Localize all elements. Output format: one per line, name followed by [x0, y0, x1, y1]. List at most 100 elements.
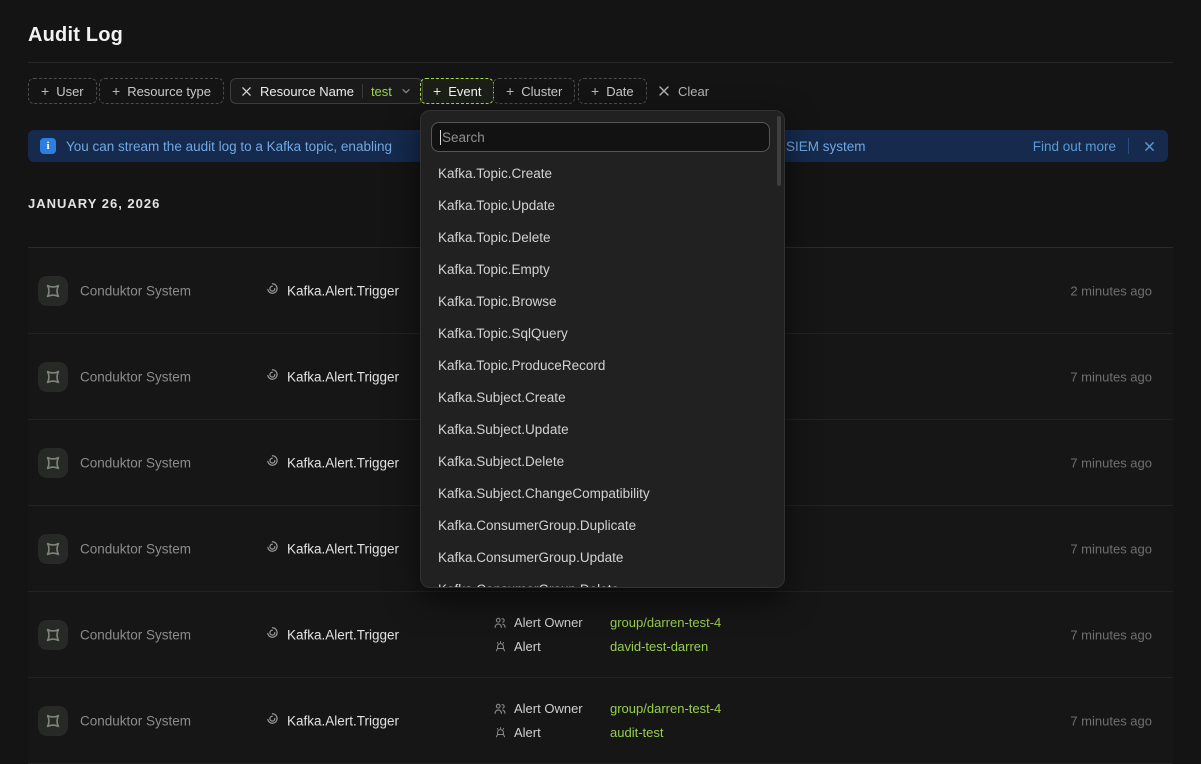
event-details: Alert Ownergroup/darren-test-4Alertdavid…	[493, 611, 721, 659]
audit-log-row[interactable]: Conduktor System Kafka.Alert.Trigger Ale…	[28, 678, 1173, 764]
plus-icon: +	[506, 84, 514, 98]
conduktor-system-icon	[38, 448, 68, 478]
filter-cluster-button[interactable]: + Cluster	[493, 78, 575, 104]
title-divider	[28, 62, 1173, 63]
event-option[interactable]: Kafka.ConsumerGroup.Delete	[421, 573, 784, 588]
actor-name: Conduktor System	[80, 283, 191, 298]
event-option[interactable]: Kafka.ConsumerGroup.Duplicate	[421, 509, 784, 541]
timestamp: 7 minutes ago	[1070, 541, 1152, 556]
filter-date-button[interactable]: + Date	[578, 78, 647, 104]
event-option[interactable]: Kafka.ConsumerGroup.Update	[421, 541, 784, 573]
event-option[interactable]: Kafka.Subject.Update	[421, 413, 784, 445]
detail-line: Alertaudit-test	[493, 721, 721, 745]
banner-text-continued: SIEM system	[786, 139, 866, 154]
filter-resource-type-button[interactable]: + Resource type	[99, 78, 224, 104]
timestamp: 2 minutes ago	[1070, 283, 1152, 298]
actor-name: Conduktor System	[80, 369, 191, 384]
detail-line: Alertdavid-test-darren	[493, 635, 721, 659]
filter-user-label: User	[56, 84, 83, 99]
clear-icon	[658, 85, 670, 97]
actor-name: Conduktor System	[80, 455, 191, 470]
filter-cluster-label: Cluster	[521, 84, 562, 99]
plus-icon: +	[112, 84, 120, 98]
detail-label: Alert Owner	[514, 701, 610, 716]
filter-resource-name-value: test	[371, 84, 392, 99]
event-option[interactable]: Kafka.Topic.SqlQuery	[421, 317, 784, 349]
text-caret	[440, 130, 441, 145]
log-date-header: JANUARY 26, 2026	[28, 196, 160, 211]
event-trigger-icon	[265, 711, 279, 730]
event-name: Kafka.Alert.Trigger	[287, 713, 399, 728]
search-input[interactable]	[432, 123, 769, 151]
divider	[362, 84, 363, 98]
remove-filter-icon[interactable]	[241, 86, 252, 97]
timestamp: 7 minutes ago	[1070, 713, 1152, 728]
divider	[1128, 138, 1129, 154]
users-icon	[493, 616, 507, 630]
event-name: Kafka.Alert.Trigger	[287, 627, 399, 642]
banner-close-icon[interactable]	[1141, 138, 1158, 155]
actor-name: Conduktor System	[80, 627, 191, 642]
page-title: Audit Log	[28, 24, 123, 47]
filter-resource-name-chip[interactable]: Resource Name test	[230, 78, 423, 104]
plus-icon: +	[591, 84, 599, 98]
filter-user-button[interactable]: + User	[28, 78, 97, 104]
event-option[interactable]: Kafka.Topic.ProduceRecord	[421, 349, 784, 381]
detail-value-link[interactable]: david-test-darren	[610, 639, 708, 654]
detail-value-link[interactable]: group/darren-test-4	[610, 615, 721, 630]
conduktor-system-icon	[38, 706, 68, 736]
clear-filters-button[interactable]: Clear	[652, 78, 715, 104]
dropdown-search[interactable]	[431, 122, 770, 152]
timestamp: 7 minutes ago	[1070, 455, 1152, 470]
actor-name: Conduktor System	[80, 541, 191, 556]
event-option[interactable]: Kafka.Subject.Create	[421, 381, 784, 413]
detail-label: Alert	[514, 639, 610, 654]
event-option[interactable]: Kafka.Topic.Delete	[421, 221, 784, 253]
conduktor-system-icon	[38, 276, 68, 306]
detail-value-link[interactable]: group/darren-test-4	[610, 701, 721, 716]
conduktor-system-icon	[38, 534, 68, 564]
event-options-list: Kafka.Topic.CreateKafka.Topic.UpdateKafk…	[421, 157, 784, 588]
filter-event-label: Event	[448, 84, 481, 99]
event-trigger-icon	[265, 281, 279, 300]
event-option[interactable]: Kafka.Subject.ChangeCompatibility	[421, 477, 784, 509]
event-option[interactable]: Kafka.Topic.Browse	[421, 285, 784, 317]
detail-value-link[interactable]: audit-test	[610, 725, 663, 740]
event-name: Kafka.Alert.Trigger	[287, 541, 399, 556]
timestamp: 7 minutes ago	[1070, 627, 1152, 642]
find-out-more-link[interactable]: Find out more	[1033, 139, 1116, 154]
detail-line: Alert Ownergroup/darren-test-4	[493, 611, 721, 635]
event-name: Kafka.Alert.Trigger	[287, 455, 399, 470]
filter-resource-name-label: Resource Name	[260, 84, 354, 99]
chevron-down-icon	[400, 85, 412, 97]
conduktor-system-icon	[38, 620, 68, 650]
dropdown-scrollbar[interactable]	[777, 116, 781, 186]
timestamp: 7 minutes ago	[1070, 369, 1152, 384]
event-trigger-icon	[265, 453, 279, 472]
event-trigger-icon	[265, 539, 279, 558]
users-icon	[493, 702, 507, 716]
filter-date-label: Date	[606, 84, 633, 99]
detail-label: Alert	[514, 725, 610, 740]
event-option[interactable]: Kafka.Subject.Delete	[421, 445, 784, 477]
plus-icon: +	[433, 84, 441, 98]
event-option[interactable]: Kafka.Topic.Create	[421, 157, 784, 189]
event-trigger-icon	[265, 367, 279, 386]
alarm-icon	[493, 640, 507, 653]
actor-name: Conduktor System	[80, 713, 191, 728]
event-name: Kafka.Alert.Trigger	[287, 283, 399, 298]
event-trigger-icon	[265, 625, 279, 644]
audit-log-row[interactable]: Conduktor System Kafka.Alert.Trigger Ale…	[28, 592, 1173, 678]
event-name: Kafka.Alert.Trigger	[287, 369, 399, 384]
plus-icon: +	[41, 84, 49, 98]
event-option[interactable]: Kafka.Topic.Empty	[421, 253, 784, 285]
detail-line: Alert Ownergroup/darren-test-4	[493, 697, 721, 721]
event-details: Alert Ownergroup/darren-test-4Alertaudit…	[493, 697, 721, 745]
conduktor-system-icon	[38, 362, 68, 392]
detail-label: Alert Owner	[514, 615, 610, 630]
filter-resource-type-label: Resource type	[127, 84, 211, 99]
alarm-icon	[493, 726, 507, 739]
clear-filters-label: Clear	[678, 84, 709, 99]
filter-event-button[interactable]: + Event	[420, 78, 494, 104]
event-option[interactable]: Kafka.Topic.Update	[421, 189, 784, 221]
